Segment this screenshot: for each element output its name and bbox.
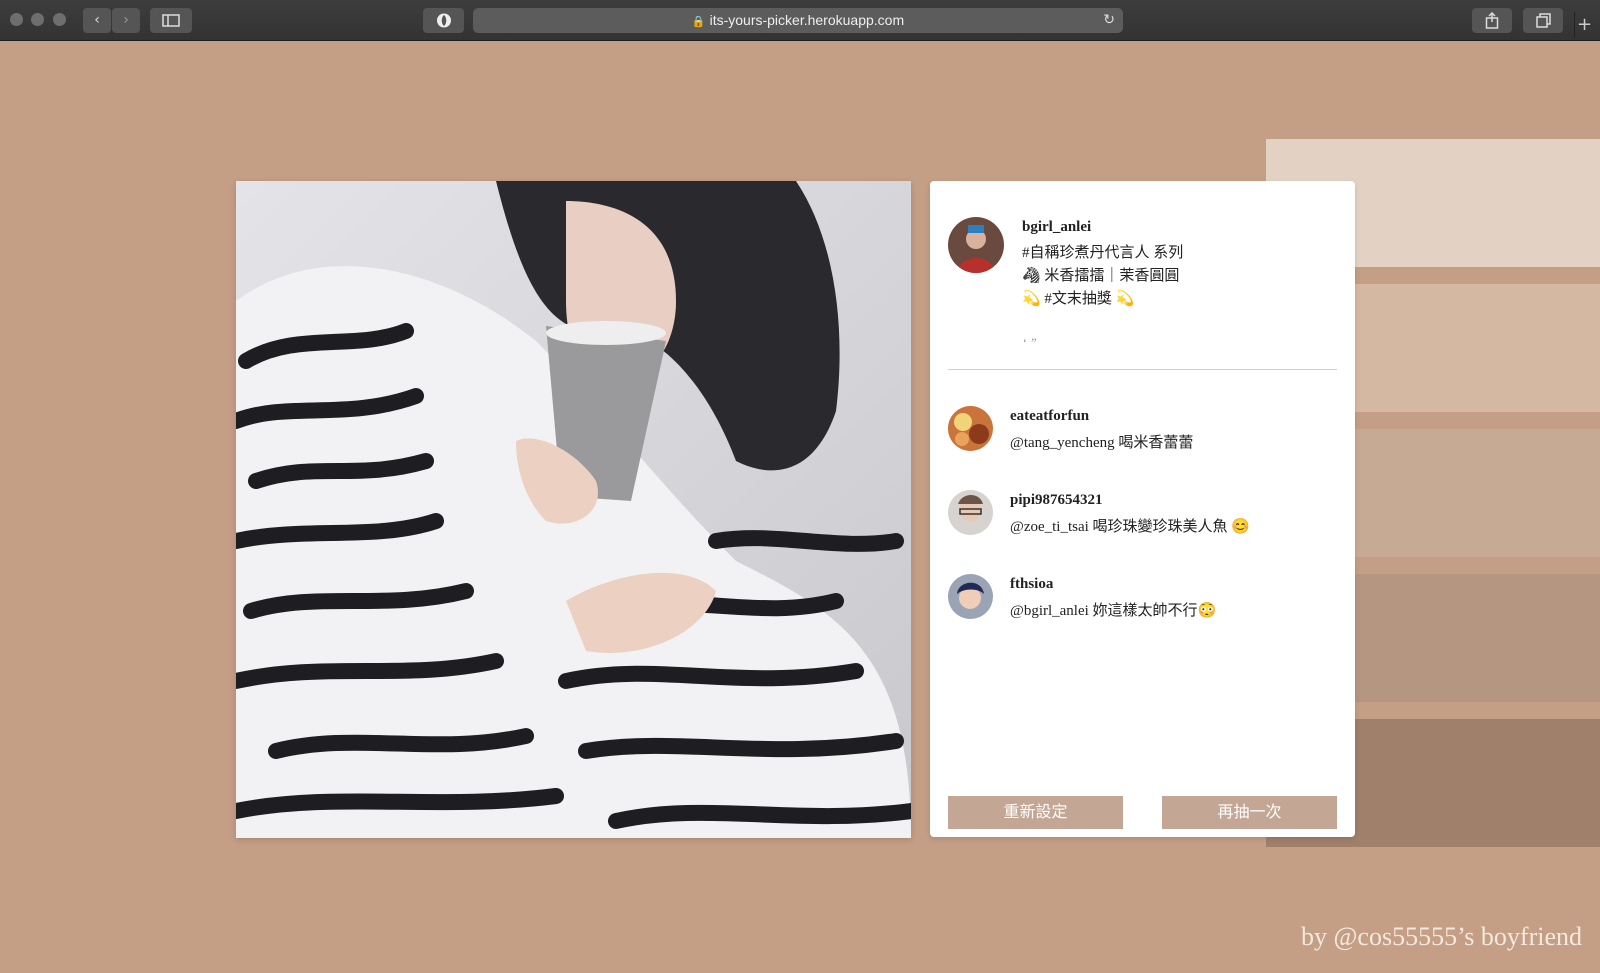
comment-username: fthsioa — [1010, 576, 1054, 592]
comment-avatar — [948, 490, 993, 535]
privacy-shield-button[interactable] — [423, 8, 464, 33]
browser-toolbar: ‹ › 🔒 its-yours-picker.herokuapp.com ↻ + — [0, 0, 1600, 41]
comment-text: @tang_yencheng 喝米香蕾蕾 — [1010, 435, 1194, 451]
shield-icon — [436, 13, 451, 28]
comment-username: pipi987654321 — [1010, 492, 1103, 508]
comment-username: eateatforfun — [1010, 408, 1090, 424]
share-button[interactable] — [1472, 8, 1512, 33]
share-icon — [1485, 11, 1499, 29]
caption-line: #自稱珍煮丹代言人 系列 — [1022, 245, 1184, 261]
sidebar-icon — [162, 14, 180, 27]
tabs-icon — [1535, 13, 1551, 28]
result-card: bgirl_anlei #自稱珍煮丹代言人 系列 🦓 米香擂擂｜茉香圓圓 💫 #… — [930, 181, 1355, 837]
window-minimize-button[interactable] — [31, 13, 44, 26]
reset-button[interactable]: 重新設定 — [948, 796, 1123, 829]
forward-button[interactable]: › — [112, 8, 140, 33]
post-photo — [236, 181, 911, 838]
chevron-right-icon: › — [123, 12, 129, 28]
url-text: its-yours-picker.herokuapp.com — [709, 12, 905, 28]
reload-icon[interactable]: ↻ — [1103, 8, 1115, 33]
post-author-avatar — [948, 217, 1004, 273]
post-caption: #自稱珍煮丹代言人 系列 🦓 米香擂擂｜茉香圓圓 💫 #文末抽獎 💫 — [1022, 242, 1332, 311]
back-button[interactable]: ‹ — [83, 8, 111, 33]
comment-item: fthsioa @bgirl_anlei 妳這樣太帥不行😳 — [948, 574, 1338, 624]
address-bar[interactable]: 🔒 its-yours-picker.herokuapp.com ↻ — [473, 8, 1123, 33]
plus-icon: + — [1576, 14, 1593, 35]
comment-avatar — [948, 574, 993, 619]
tabs-overview-button[interactable] — [1523, 8, 1563, 33]
caption-line: 🦓 米香擂擂｜茉香圓圓 — [1022, 268, 1180, 284]
window-close-button[interactable] — [10, 13, 23, 26]
credit-footer: by @cos55555’s boyfriend — [1300, 922, 1582, 951]
comment-text: @bgirl_anlei 妳這樣太帥不行😳 — [1010, 603, 1217, 619]
lock-icon: 🔒 — [691, 15, 706, 28]
comment-item: eateatforfun @tang_yencheng 喝米香蕾蕾 — [948, 406, 1338, 456]
divider — [948, 369, 1337, 370]
caption-line: 💫 #文末抽獎 💫 — [1022, 291, 1135, 307]
comment-avatar — [948, 406, 993, 451]
comment-item: pipi987654321 @zoe_ti_tsai 喝珍珠變珍珠美人魚 😊 — [948, 490, 1338, 540]
post-username: bgirl_anlei — [1022, 219, 1092, 235]
chevron-left-icon: ‹ — [94, 12, 100, 28]
caption-quote-mark: ‘ ” — [1022, 335, 1037, 350]
draw-again-button[interactable]: 再抽一次 — [1162, 796, 1337, 829]
window-zoom-button[interactable] — [53, 13, 66, 26]
comment-text: @zoe_ti_tsai 喝珍珠變珍珠美人魚 😊 — [1010, 519, 1250, 535]
sidebar-toggle-button[interactable] — [150, 8, 192, 33]
new-tab-button[interactable]: + — [1574, 12, 1594, 38]
